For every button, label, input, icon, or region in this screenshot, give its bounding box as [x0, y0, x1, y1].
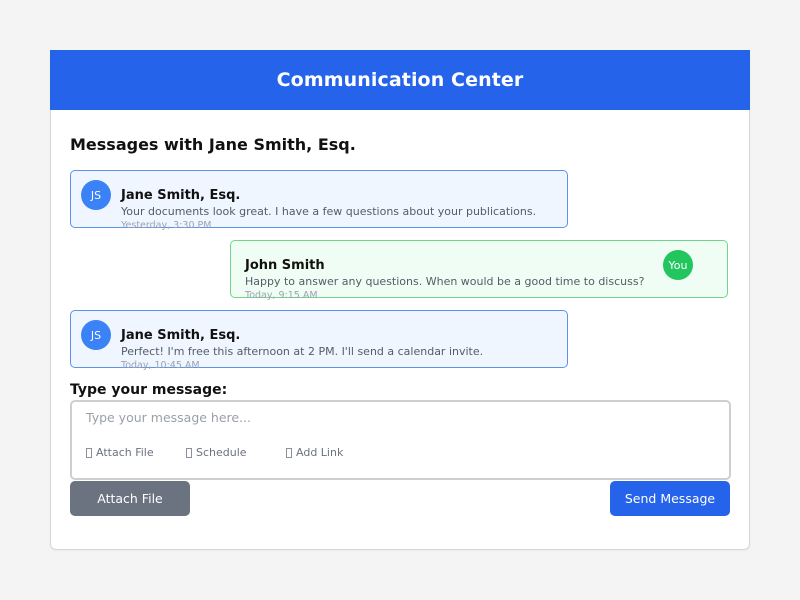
message-incoming[interactable]: JS Jane Smith, Esq. Your documents look … [70, 170, 568, 231]
add-link-icon [286, 447, 292, 458]
add-link-tool[interactable]: Add Link [286, 446, 343, 459]
message-incoming[interactable]: JS Jane Smith, Esq. Perfect! I'm free th… [70, 310, 568, 371]
schedule-tool[interactable]: Schedule [186, 446, 247, 459]
app-header: Communication Center [50, 50, 750, 110]
avatar: JS [81, 320, 111, 350]
message-sender: John Smith [245, 258, 325, 273]
send-message-button[interactable]: Send Message [610, 481, 730, 516]
schedule-icon [186, 447, 192, 458]
message-input-placeholder: Type your message here... [86, 410, 252, 425]
avatar: You [663, 250, 693, 280]
attach-file-tool[interactable]: Attach File [86, 446, 154, 459]
app-title: Communication Center [276, 69, 524, 91]
message-outgoing[interactable]: You John Smith Happy to answer any quest… [230, 240, 728, 301]
message-text: Happy to answer any questions. When woul… [245, 275, 645, 288]
message-sender: Jane Smith, Esq. [121, 328, 241, 343]
conversation-title: Messages with Jane Smith, Esq. [70, 135, 356, 154]
avatar: JS [81, 180, 111, 210]
message-text: Your documents look great. I have a few … [121, 205, 537, 218]
message-time: Today, 9:15 AM [245, 290, 318, 301]
communication-card: Communication Center Messages with Jane … [50, 50, 750, 550]
add-link-tool-label: Add Link [296, 446, 344, 459]
compose-label: Type your message: [70, 382, 228, 398]
attach-file-icon [86, 447, 92, 458]
message-input[interactable]: Type your message here... Attach File Sc… [70, 400, 731, 480]
message-text: Perfect! I'm free this afternoon at 2 PM… [121, 345, 484, 358]
message-sender: Jane Smith, Esq. [121, 188, 241, 203]
schedule-tool-label: Schedule [196, 446, 247, 459]
message-time: Yesterday, 3:30 PM [121, 220, 212, 231]
attach-file-button[interactable]: Attach File [70, 481, 190, 516]
message-time: Today, 10:45 AM [121, 360, 200, 371]
attach-file-tool-label: Attach File [96, 446, 154, 459]
